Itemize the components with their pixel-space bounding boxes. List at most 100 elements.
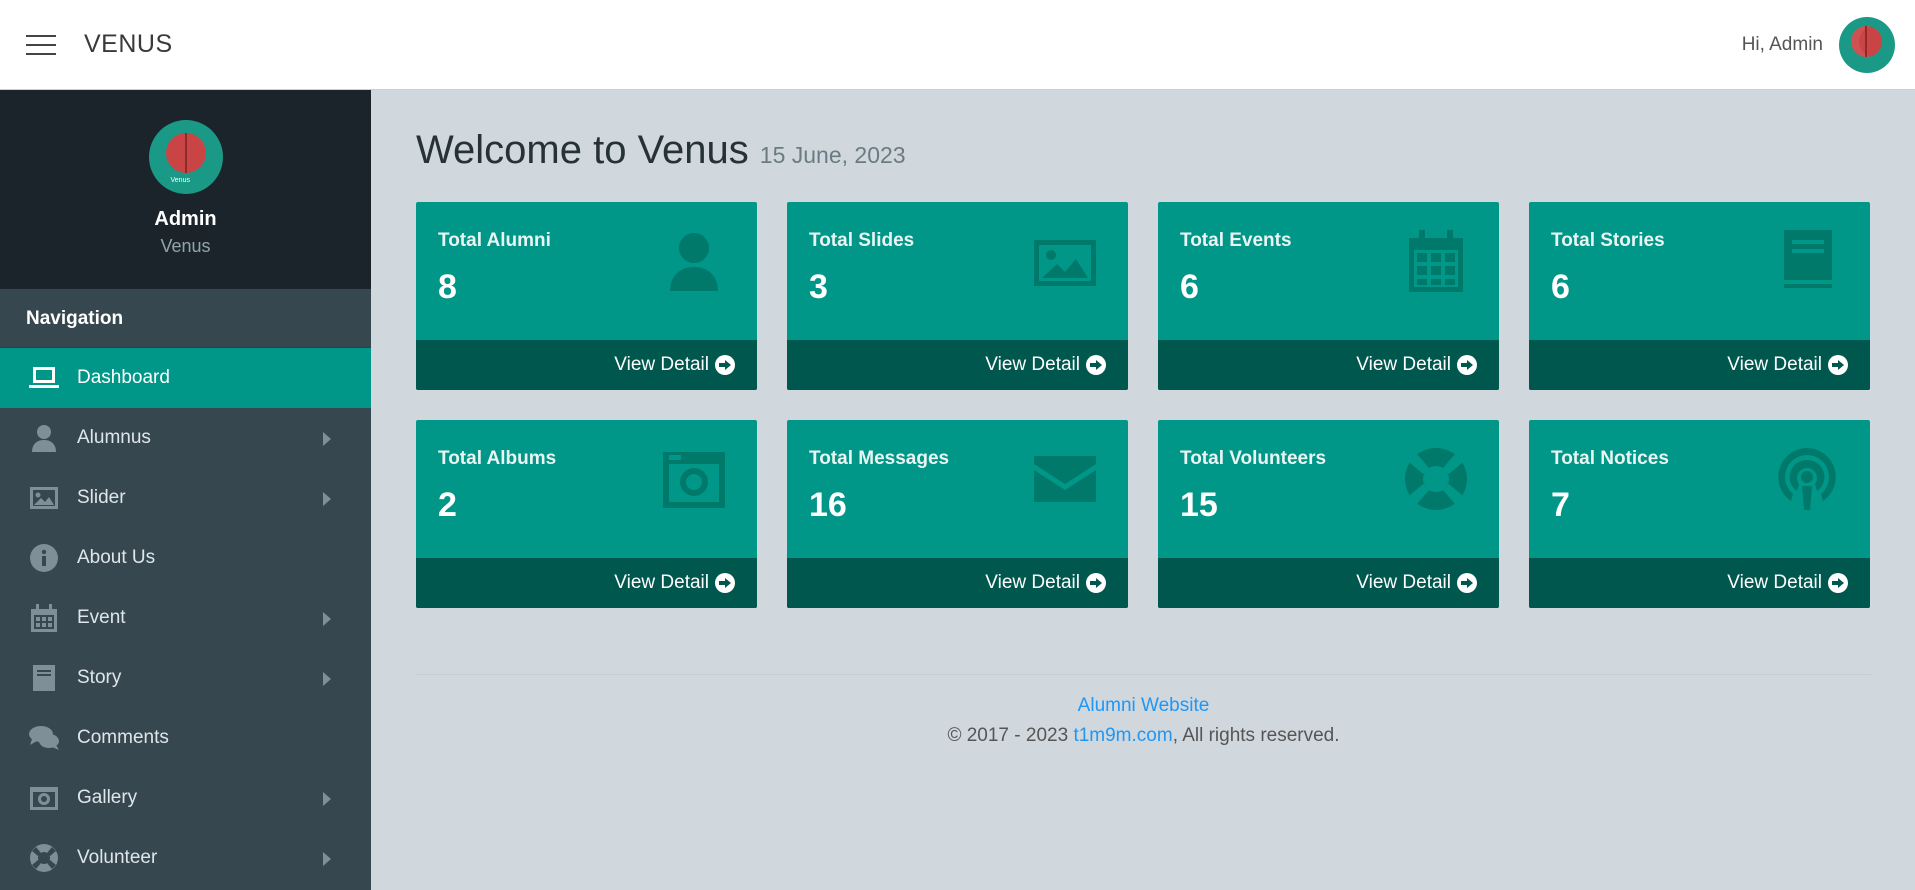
sidebar-item-slider[interactable]: Slider — [0, 468, 371, 528]
view-detail-label: View Detail — [985, 572, 1080, 593]
sidebar-profile: Venus Admin Venus — [0, 90, 371, 289]
card-value: 6 — [1180, 268, 1199, 306]
user-greeting[interactable]: Hi, Admin — [1742, 34, 1823, 56]
card-title: Total Events — [1180, 230, 1292, 251]
arrow-circle-right-icon — [1457, 573, 1477, 593]
chevron-right-icon — [323, 672, 331, 686]
view-detail-label: View Detail — [614, 572, 709, 593]
envelope-icon — [1032, 446, 1098, 512]
page-header: Welcome to Venus 15 June, 2023 — [416, 128, 1871, 173]
view-detail-label: View Detail — [1356, 572, 1451, 593]
sidebar-item-alumnus[interactable]: Alumnus — [0, 408, 371, 468]
view-detail-link[interactable]: View Detail — [416, 558, 757, 608]
chevron-right-icon — [323, 492, 331, 506]
nav-heading: Navigation — [0, 289, 371, 348]
domain-link[interactable]: t1m9m.com — [1073, 725, 1172, 746]
card-value: 2 — [438, 486, 457, 524]
view-detail-label: View Detail — [614, 354, 709, 375]
camera-icon — [661, 446, 727, 512]
sidebar-item-volunteer[interactable]: Volunteer — [0, 828, 371, 888]
podcast-icon — [1774, 446, 1840, 512]
user-menu[interactable]: Hi, Admin — [1742, 17, 1895, 73]
card-title: Total Slides — [809, 230, 915, 251]
arrow-circle-right-icon — [715, 573, 735, 593]
user-icon — [26, 423, 62, 453]
profile-avatar: Venus — [148, 120, 223, 194]
book-icon — [1774, 228, 1840, 294]
page-title: Welcome to Venus — [416, 128, 749, 172]
arrow-circle-right-icon — [1828, 355, 1848, 375]
chevron-right-icon — [323, 432, 331, 446]
view-detail-link[interactable]: View Detail — [787, 340, 1128, 390]
sidebar-item-story[interactable]: Story — [0, 648, 371, 708]
profile-subtitle: Venus — [160, 236, 211, 256]
info-icon — [26, 543, 62, 573]
user-avatar[interactable] — [1839, 17, 1895, 73]
card-title: Total Notices — [1551, 448, 1669, 469]
sidebar-item-label: About Us — [77, 547, 156, 568]
card-title: Total Volunteers — [1180, 448, 1327, 469]
chevron-right-icon — [323, 852, 331, 866]
sidebar-item-event[interactable]: Event — [0, 588, 371, 648]
comments-icon — [26, 723, 62, 753]
card-value: 7 — [1551, 486, 1570, 524]
laptop-icon — [26, 363, 62, 393]
calendar-icon — [1403, 228, 1469, 294]
stats-grid: Total Alumni 8 View Detail Total Slides … — [416, 202, 1871, 608]
view-detail-label: View Detail — [1356, 354, 1451, 375]
sidebar-item-label: Alumnus — [77, 427, 151, 448]
calendar-icon — [26, 603, 62, 633]
life-ring-icon — [26, 843, 62, 873]
image-icon — [26, 483, 62, 513]
card-value: 8 — [438, 268, 457, 306]
arrow-circle-right-icon — [715, 355, 735, 375]
view-detail-link[interactable]: View Detail — [1158, 558, 1499, 608]
copyright: © 2017 - 2023 t1m9m.com, All rights rese… — [416, 725, 1871, 747]
stat-card-notices: Total Notices 7 View Detail — [1529, 420, 1870, 608]
profile-name: Admin — [154, 208, 217, 230]
view-detail-link[interactable]: View Detail — [1529, 558, 1870, 608]
arrow-circle-right-icon — [1457, 355, 1477, 375]
sidebar-item-dashboard[interactable]: Dashboard — [0, 348, 371, 408]
card-value: 16 — [809, 486, 847, 524]
stat-card-events: Total Events 6 View Detail — [1158, 202, 1499, 390]
stat-card-stories: Total Stories 6 View Detail — [1529, 202, 1870, 390]
view-detail-label: View Detail — [985, 354, 1080, 375]
sidebar-item-label: Volunteer — [77, 847, 158, 868]
copyright-suffix: , All rights reserved. — [1172, 725, 1340, 746]
page-footer: Alumni Website © 2017 - 2023 t1m9m.com, … — [416, 674, 1871, 747]
camera-icon — [26, 783, 62, 813]
stat-card-volunteers: Total Volunteers 15 View Detail — [1158, 420, 1499, 608]
sidebar: Venus Admin Venus Navigation Dashboard A… — [0, 90, 371, 890]
arrow-circle-right-icon — [1086, 573, 1106, 593]
chevron-right-icon — [323, 792, 331, 806]
top-navbar: VENUS Hi, Admin — [0, 0, 1915, 90]
sidebar-item-comments[interactable]: Comments — [0, 708, 371, 768]
stat-card-slides: Total Slides 3 View Detail — [787, 202, 1128, 390]
brand-title[interactable]: VENUS — [84, 30, 173, 59]
sidebar-item-label: Comments — [77, 727, 169, 748]
chevron-right-icon — [323, 612, 331, 626]
life-ring-icon — [1403, 446, 1469, 512]
card-title: Total Stories — [1551, 230, 1665, 251]
card-value: 6 — [1551, 268, 1570, 306]
sidebar-item-about-us[interactable]: About Us — [0, 528, 371, 588]
view-detail-link[interactable]: View Detail — [787, 558, 1128, 608]
sidebar-item-label: Slider — [77, 487, 126, 508]
sidebar-item-label: Story — [77, 667, 122, 688]
user-icon — [661, 228, 727, 294]
arrow-circle-right-icon — [1086, 355, 1106, 375]
menu-toggle-icon[interactable] — [26, 34, 56, 55]
site-link[interactable]: Alumni Website — [1078, 695, 1210, 716]
view-detail-link[interactable]: View Detail — [416, 340, 757, 390]
card-value: 15 — [1180, 486, 1218, 524]
sidebar-item-gallery[interactable]: Gallery — [0, 768, 371, 828]
image-icon — [1032, 228, 1098, 294]
sidebar-item-label: Dashboard — [77, 367, 170, 388]
view-detail-link[interactable]: View Detail — [1529, 340, 1870, 390]
page-date: 15 June, 2023 — [759, 142, 906, 168]
main-content: Welcome to Venus 15 June, 2023 Total Alu… — [416, 90, 1871, 747]
view-detail-label: View Detail — [1727, 354, 1822, 375]
view-detail-link[interactable]: View Detail — [1158, 340, 1499, 390]
stat-card-messages: Total Messages 16 View Detail — [787, 420, 1128, 608]
